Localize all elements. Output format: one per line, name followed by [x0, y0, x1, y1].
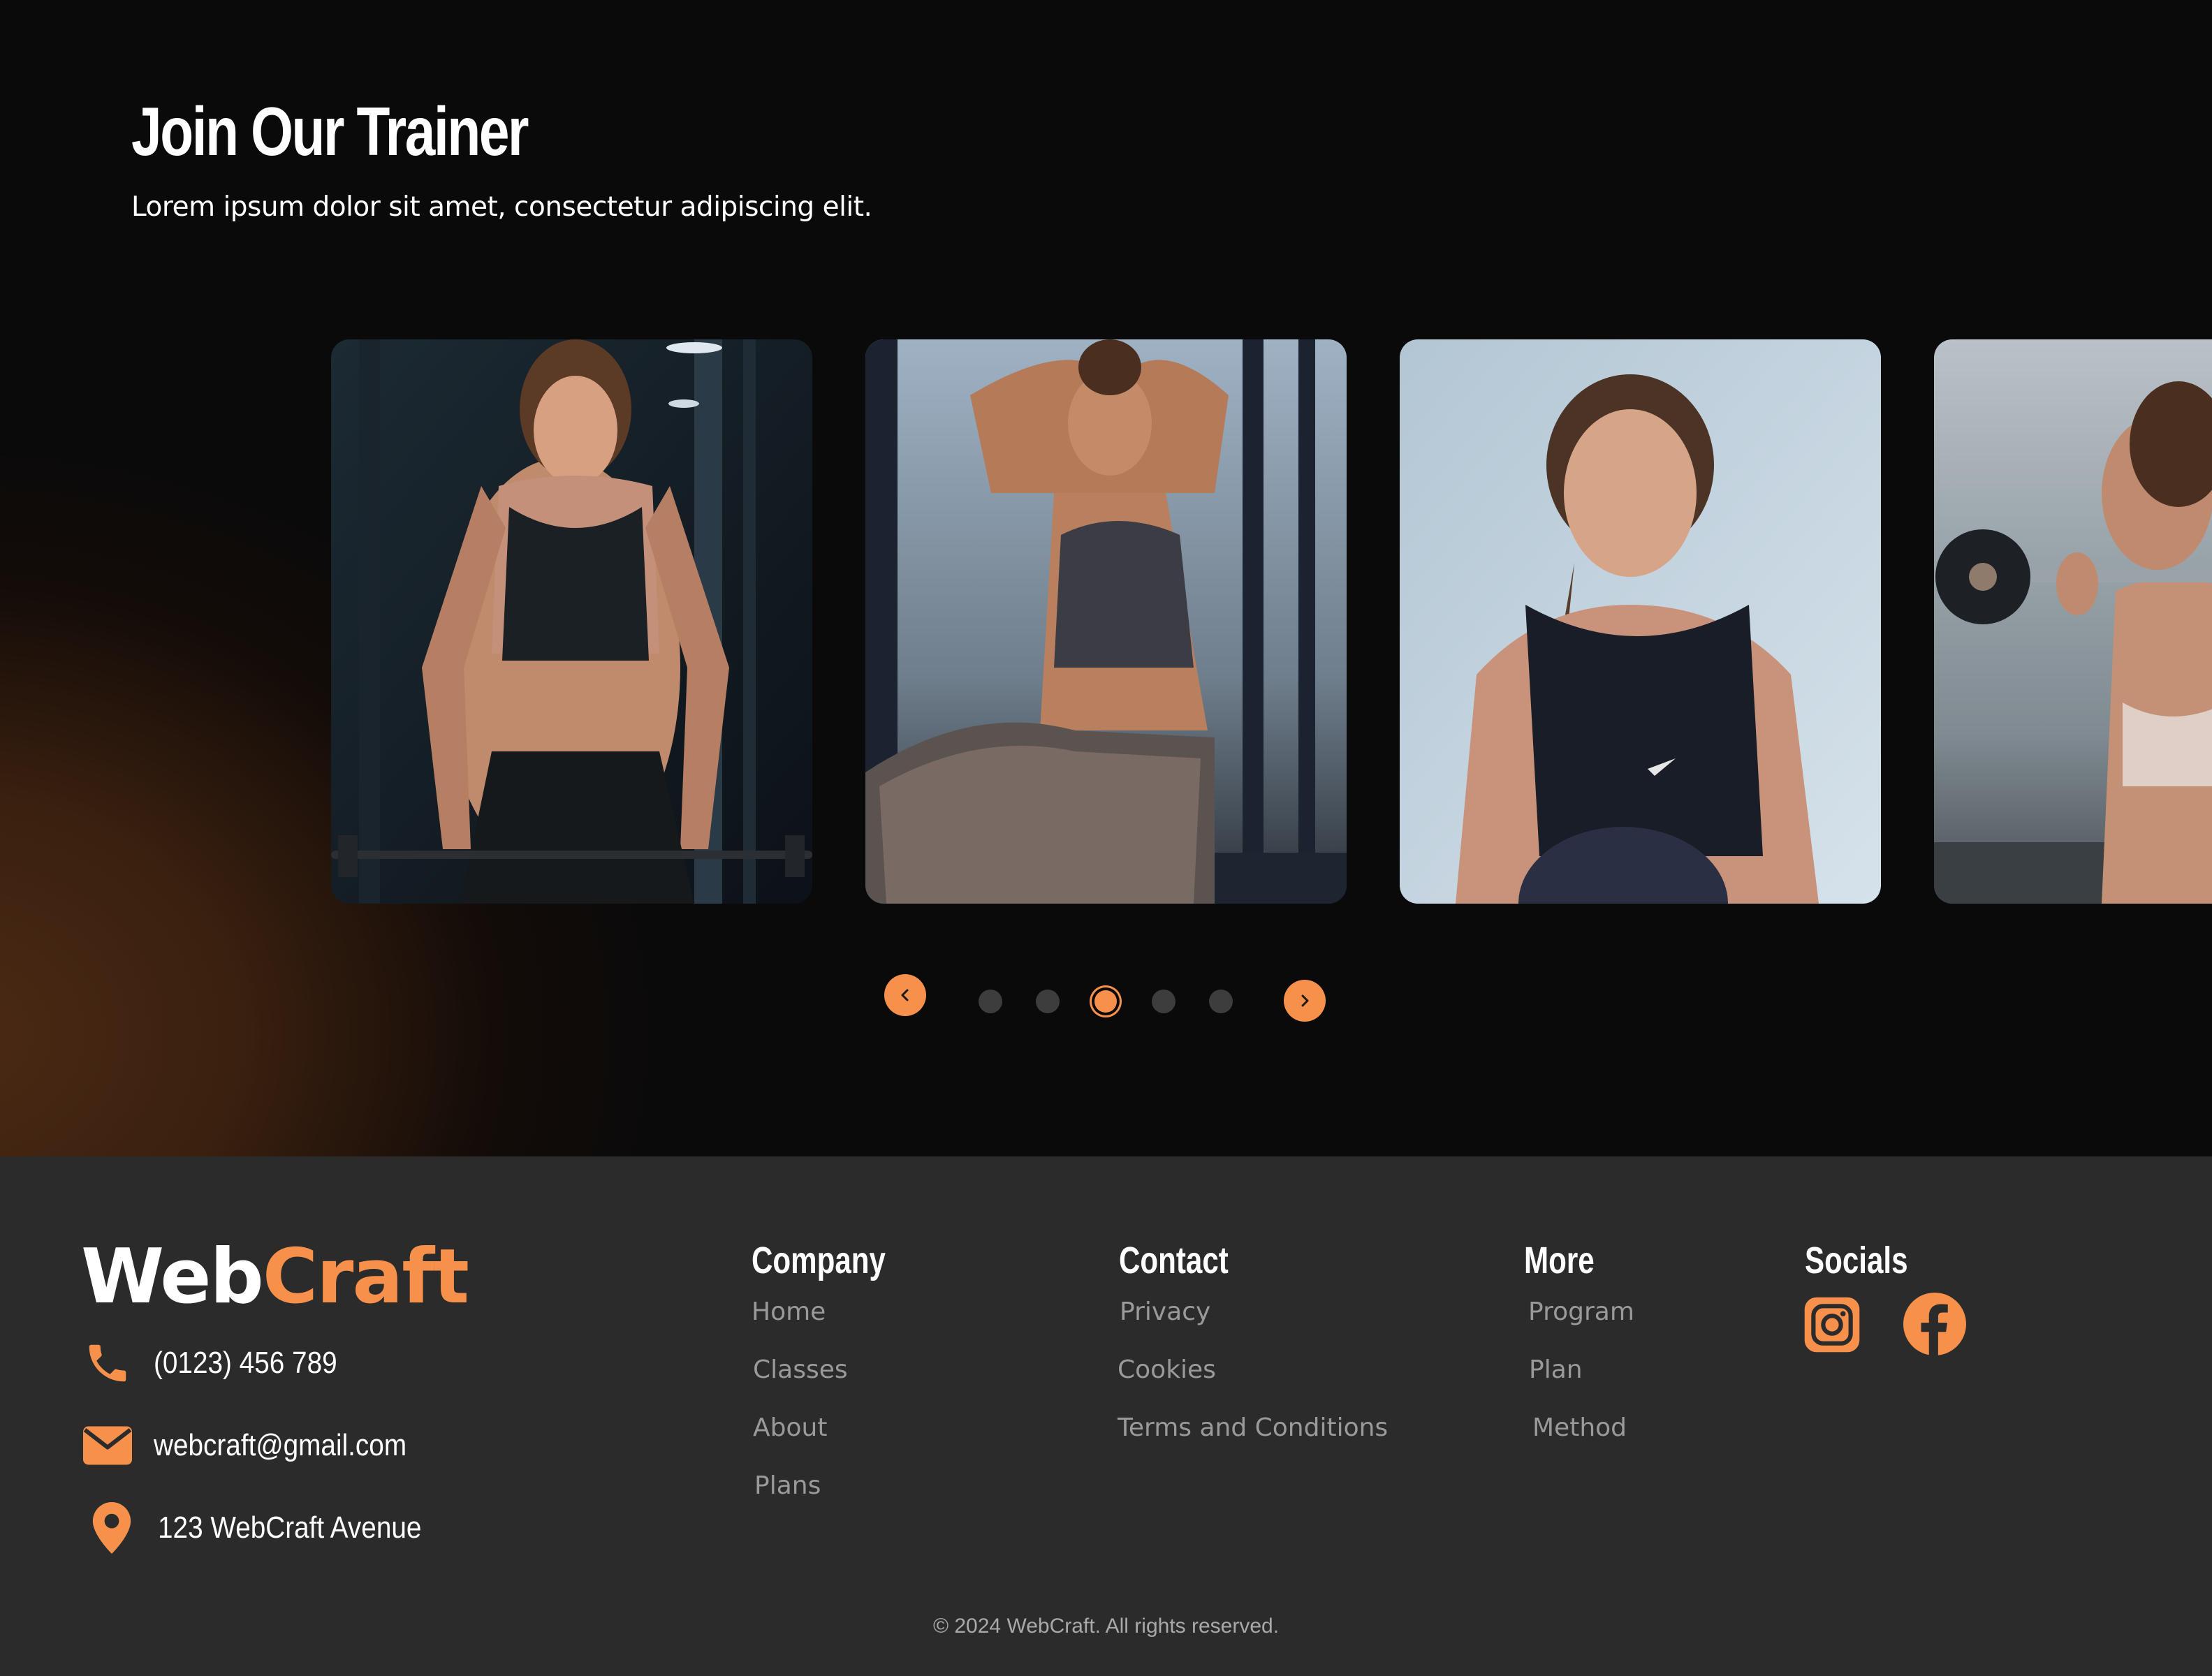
footer-link-privacy[interactable]: Privacy [1120, 1298, 1210, 1326]
trainer-photo-portrait-ball [1400, 339, 1881, 904]
trainer-card-2[interactable] [865, 339, 1347, 904]
footer-link-classes[interactable]: Classes [753, 1355, 848, 1384]
contact-email: webcraft@gmail.com [82, 1420, 441, 1471]
trainer-photo-barbell-curl [1934, 339, 2212, 904]
brand-logo[interactable]: WebCraft [81, 1233, 469, 1321]
phone-icon [82, 1338, 133, 1388]
trainer-card-3[interactable] [1400, 339, 1881, 904]
instagram-icon[interactable] [1802, 1295, 1862, 1355]
footer-link-program[interactable]: Program [1528, 1298, 1634, 1326]
trainer-card-1[interactable] [331, 339, 812, 904]
carousel-dot-5[interactable] [1209, 990, 1233, 1013]
section-subtitle: Lorem ipsum dolor sit amet, consectetur … [131, 191, 872, 223]
company-heading: Company [752, 1240, 886, 1281]
mail-icon [82, 1420, 133, 1471]
carousel-dot-3[interactable] [1094, 990, 1117, 1013]
chevron-right-icon [1301, 994, 1309, 1007]
chevron-left-icon [901, 989, 909, 1001]
footer-link-cookies[interactable]: Cookies [1118, 1355, 1216, 1384]
footer: WebCraft (0123) 456 789 webcraft@gmail.c… [0, 1156, 2212, 1676]
carousel-dot-2[interactable] [1036, 990, 1060, 1013]
contact-address: 123 WebCraft Avenue [87, 1502, 457, 1554]
street-address: 123 WebCraft Avenue [158, 1510, 422, 1545]
footer-link-plans[interactable]: Plans [754, 1471, 821, 1500]
trainer-photo-window-stretch [865, 339, 1347, 904]
facebook-icon[interactable] [1903, 1292, 1967, 1356]
contact-heading: Contact [1119, 1240, 1229, 1281]
trainer-card-4[interactable] [1934, 339, 2212, 904]
trainers-section: Join Our Trainer Lorem ipsum dolor sit a… [0, 0, 2212, 1156]
section-title: Join Our Trainer [131, 93, 529, 170]
footer-link-terms[interactable]: Terms and Conditions [1118, 1413, 1388, 1442]
footer-link-method[interactable]: Method [1532, 1413, 1627, 1442]
carousel-prev-button[interactable] [884, 974, 926, 1016]
footer-link-plan[interactable]: Plan [1529, 1355, 1583, 1384]
location-pin-icon [87, 1502, 137, 1554]
socials-heading: Socials [1805, 1240, 1908, 1281]
email-address[interactable]: webcraft@gmail.com [154, 1428, 406, 1463]
contact-phone: (0123) 456 789 [82, 1338, 362, 1388]
footer-link-home[interactable]: Home [752, 1298, 826, 1326]
footer-link-about[interactable]: About [753, 1413, 827, 1442]
carousel-dot-4[interactable] [1152, 990, 1175, 1013]
carousel-next-button[interactable] [1284, 980, 1326, 1022]
trainer-photo-gym-barbell [331, 339, 812, 904]
copyright-text: © 2024 WebCraft. All rights reserved. [932, 1615, 1280, 1638]
more-heading: More [1524, 1240, 1595, 1281]
phone-number[interactable]: (0123) 456 789 [154, 1346, 337, 1381]
carousel-dot-1[interactable] [979, 990, 1002, 1013]
